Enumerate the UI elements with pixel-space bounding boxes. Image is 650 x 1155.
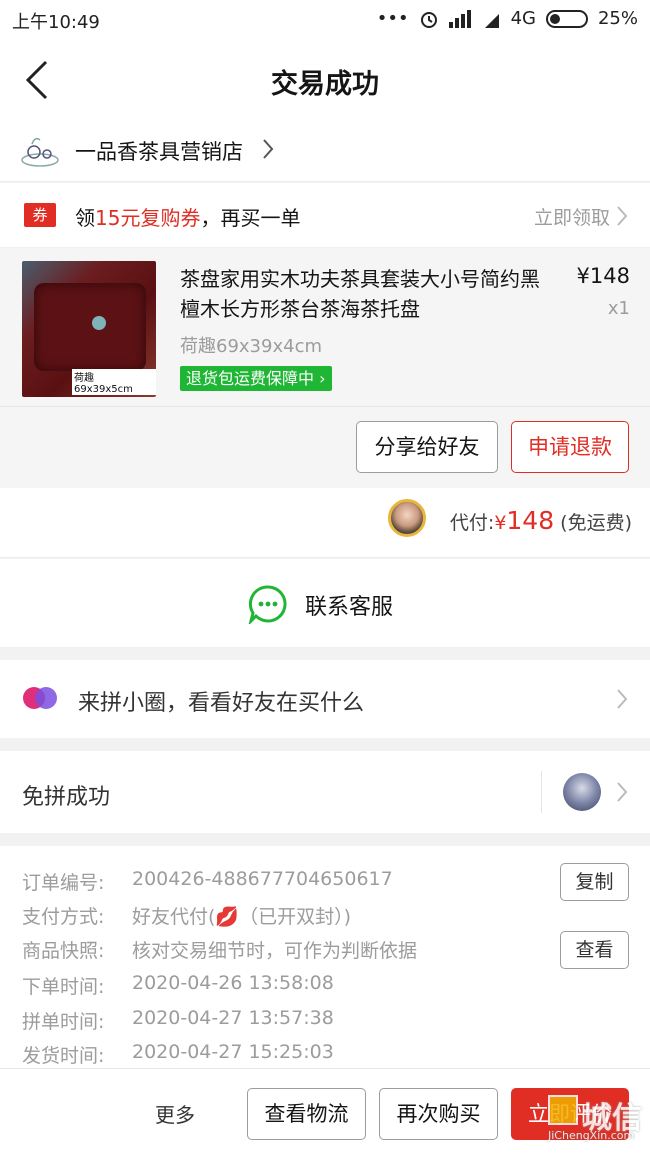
snapshot-row: 商品快照: 核对交易细节时，可作为判断依据	[22, 936, 417, 963]
status-time: 上午10:49	[12, 12, 100, 33]
divider	[0, 406, 650, 407]
more-button[interactable]: 更多	[155, 1099, 195, 1128]
row-label: 发货时间:	[22, 1045, 105, 1067]
circle-logo-icon	[23, 687, 57, 709]
network-type: 4G	[510, 8, 536, 29]
store-name: 一品香茶具营销店	[75, 140, 243, 164]
contact-service-label: 联系客服	[305, 595, 394, 620]
payer-avatar[interactable]	[388, 499, 426, 537]
friend-circle-label: 来拼小圈，看看好友在买什么	[78, 691, 365, 716]
row-label: 商品快照:	[22, 940, 105, 962]
coupon-highlight: 15元复购券	[95, 206, 201, 230]
alarm-icon	[420, 11, 437, 28]
coupon-tag: 券	[24, 203, 56, 227]
product-image[interactable]: 荷趣 69x39x5cm	[22, 261, 156, 397]
share-button[interactable]: 分享给好友	[356, 421, 498, 473]
view-snapshot-button[interactable]: 查看	[560, 931, 629, 969]
watermark: 城信 JiChengXin.com	[526, 1091, 644, 1149]
order-number: 200426-488677704650617	[132, 868, 393, 890]
product-card: 荷趣 69x39x5cm 茶盘家用实木功夫茶具套装大小号简约黑檀木长方形茶台茶海…	[0, 248, 650, 488]
store-row[interactable]: 一品香茶具营销店	[0, 120, 650, 182]
group-time-row: 拼单时间: 2020-04-27 13:57:38	[22, 1007, 334, 1034]
copy-button[interactable]: 复制	[560, 863, 629, 901]
order-time-row: 下单时间: 2020-04-26 13:58:08	[22, 972, 334, 999]
payment-summary: 代付:¥148 (免运费)	[450, 506, 632, 535]
row-label: 订单编号:	[22, 872, 105, 894]
product-quantity: x1	[607, 298, 630, 319]
chevron-right-icon	[263, 139, 274, 159]
chat-bubble-icon	[248, 585, 287, 624]
order-number-row: 订单编号: 200426-488677704650617	[22, 868, 393, 895]
battery-level: 25%	[597, 8, 638, 29]
tray-drain-graphic	[92, 316, 106, 330]
store-logo-icon	[21, 137, 59, 167]
signal2-icon	[484, 13, 499, 28]
product-image-caption: 荷趣 69x39x5cm	[72, 369, 156, 395]
status-icons: ••• 4G 25%	[377, 8, 638, 29]
more-dots-icon: •••	[376, 8, 409, 29]
chevron-right-icon	[617, 782, 628, 802]
product-price: ¥148	[576, 264, 630, 288]
coupon-suffix: ，再买一单	[200, 206, 301, 230]
contact-service-row[interactable]: 联系客服	[0, 559, 650, 647]
group-status-label: 免拼成功	[22, 785, 111, 810]
payment-row: 代付:¥148 (免运费)	[0, 488, 650, 558]
payment-amount: 148	[506, 506, 555, 535]
product-spec: 荷趣69x39x4cm	[180, 336, 322, 357]
row-label: 拼单时间:	[22, 1011, 105, 1033]
order-info: 订单编号: 200426-488677704650617 支付方式: 好友代付(💋（…	[0, 846, 650, 1068]
coupon-row[interactable]: 券 领15元复购券，再买一单 立即领取	[0, 183, 650, 247]
chevron-right-icon: ›	[319, 369, 326, 388]
battery-icon	[545, 9, 588, 28]
return-shipping-badge[interactable]: 退货包运费保障中 ›	[180, 366, 332, 391]
coupon-text: 领15元复购券，再买一单	[75, 202, 300, 231]
friend-circle-row[interactable]: 来拼小圈，看看好友在买什么	[0, 660, 650, 738]
product-name[interactable]: 茶盘家用实木功夫茶具套装大小号简约黑檀木长方形茶台茶海茶托盘	[180, 264, 550, 324]
coupon-prefix: 领	[75, 206, 95, 230]
chevron-right-icon	[617, 689, 628, 709]
guarantee-text: 退货包运费保障中	[186, 369, 315, 388]
row-label: 下单时间:	[22, 976, 105, 998]
row-label: 支付方式:	[22, 906, 105, 928]
watermark-url: JiChengXin.com	[548, 1129, 635, 1142]
divider	[541, 771, 542, 813]
bottom-action-bar: 更多 查看物流 再次购买 立即评价 城信 JiChengXin.com	[0, 1068, 650, 1155]
nav-bar: 交易成功	[0, 40, 650, 120]
status-bar: 上午10:49 ••• 4G 25%	[0, 0, 650, 40]
refund-button[interactable]: 申请退款	[511, 421, 629, 473]
view-logistics-button[interactable]: 查看物流	[247, 1088, 366, 1140]
chevron-right-icon	[617, 206, 628, 226]
ship-time-row: 发货时间: 2020-04-27 15:25:03	[22, 1041, 334, 1068]
rebuy-button[interactable]: 再次购买	[379, 1088, 498, 1140]
signal-icon	[448, 9, 471, 28]
payment-currency: ¥	[494, 512, 507, 534]
tea-tray-graphic	[34, 283, 146, 371]
group-time: 2020-04-27 13:57:38	[132, 1007, 334, 1029]
order-time: 2020-04-26 13:58:08	[132, 972, 334, 994]
claim-coupon-link[interactable]: 立即领取	[534, 203, 610, 230]
snapshot-desc: 核对交易细节时，可作为判断依据	[132, 940, 418, 962]
ship-time: 2020-04-27 15:25:03	[132, 1041, 334, 1063]
payment-method-row: 支付方式: 好友代付(💋（已开双封）)	[22, 902, 351, 929]
page-title: 交易成功	[271, 69, 379, 100]
payment-label: 代付:	[449, 512, 495, 534]
watermark-logo-icon	[548, 1095, 578, 1125]
group-status-row[interactable]: 免拼成功	[0, 751, 650, 833]
group-member-avatar	[563, 773, 601, 811]
payment-method: 好友代付(💋（已开双封）)	[132, 906, 351, 928]
payment-note: (免运费)	[560, 512, 632, 534]
